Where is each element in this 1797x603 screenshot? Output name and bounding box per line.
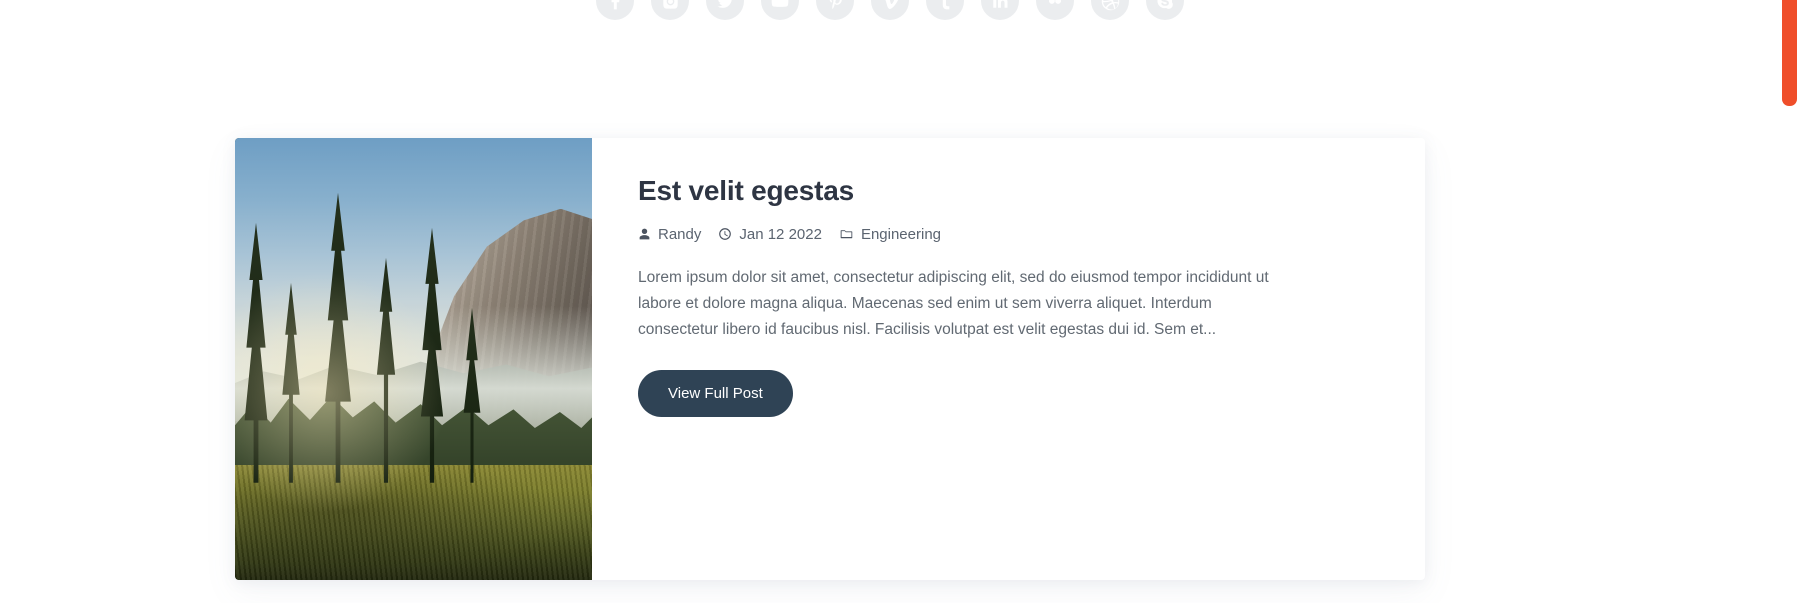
social-link-pinterest[interactable] (816, 0, 854, 20)
social-link-facebook[interactable] (596, 0, 634, 20)
post-date: Jan 12 2022 (718, 226, 822, 243)
instagram-icon (661, 0, 680, 11)
social-link-instagram[interactable] (651, 0, 689, 20)
flickr-icon (1045, 0, 1065, 11)
dribbble-icon (1100, 0, 1121, 12)
social-link-skype[interactable] (1146, 0, 1184, 20)
post-category-label: Engineering (860, 225, 941, 243)
post-meta: Randy Jan 12 2022 Engineering (638, 226, 1381, 243)
social-link-linkedin[interactable] (981, 0, 1019, 20)
social-links-bar (0, 0, 1780, 20)
blog-post-card[interactable]: Est velit egestas Randy Jan 12 2022 Engi… (235, 138, 1425, 580)
tumblr-icon (936, 0, 955, 11)
folder-icon (839, 227, 854, 241)
twitter-icon (716, 0, 735, 11)
page-viewport: Est velit egestas Randy Jan 12 2022 Engi… (0, 0, 1797, 603)
clock-icon (718, 227, 732, 241)
vimeo-icon (881, 0, 900, 11)
image-meadow-layer (235, 465, 592, 580)
linkedin-icon (991, 0, 1009, 10)
page-scrollbar-track[interactable] (1782, 0, 1797, 603)
facebook-icon (606, 0, 625, 11)
skype-icon (1155, 0, 1175, 11)
post-author: Randy (638, 226, 701, 243)
post-excerpt: Lorem ipsum dolor sit amet, consectetur … (638, 268, 1269, 338)
post-category: Engineering (839, 226, 941, 243)
social-link-youtube[interactable] (761, 0, 799, 20)
social-link-twitter[interactable] (706, 0, 744, 20)
post-author-label: Randy (658, 225, 702, 243)
social-link-tumblr[interactable] (926, 0, 964, 20)
pinterest-icon (826, 0, 845, 11)
social-link-vimeo[interactable] (871, 0, 909, 20)
social-link-flickr[interactable] (1036, 0, 1074, 20)
post-title: Est velit egestas (638, 175, 855, 206)
youtube-icon (770, 0, 790, 11)
post-featured-image[interactable] (235, 138, 592, 580)
post-content: Est velit egestas Randy Jan 12 2022 Engi… (592, 138, 1425, 580)
view-full-post-button[interactable]: View Full Post (638, 369, 793, 417)
page-scrollbar-thumb[interactable] (1782, 0, 1797, 106)
user-icon (638, 227, 651, 241)
post-date-label: Jan 12 2022 (739, 225, 822, 243)
social-link-dribbble[interactable] (1091, 0, 1129, 20)
